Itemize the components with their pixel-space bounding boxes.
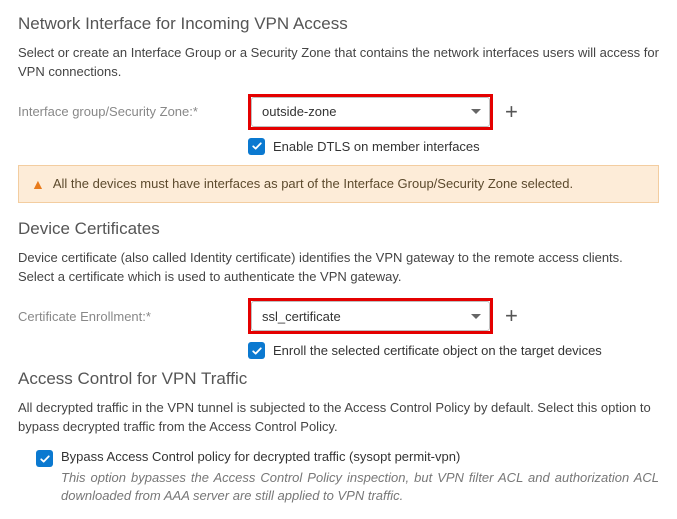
chevron-down-icon	[471, 109, 481, 114]
check-icon	[251, 140, 263, 152]
cert-enrollment-highlight: ssl_certificate	[248, 298, 493, 334]
network-interface-desc: Select or create an Interface Group or a…	[18, 44, 659, 82]
interface-group-select[interactable]: outside-zone	[251, 97, 490, 127]
interface-alert: ▲ All the devices must have interfaces a…	[18, 165, 659, 203]
warning-icon: ▲	[31, 176, 45, 192]
cert-enrollment-value: ssl_certificate	[262, 309, 341, 324]
dtls-checkbox-row: Enable DTLS on member interfaces	[248, 138, 659, 155]
check-icon	[251, 345, 263, 357]
enroll-checkbox[interactable]	[248, 342, 265, 359]
access-control-heading: Access Control for VPN Traffic	[18, 369, 659, 389]
device-certificates-heading: Device Certificates	[18, 219, 659, 239]
interface-group-row: Interface group/Security Zone:* outside-…	[18, 94, 659, 130]
cert-enrollment-row: Certificate Enrollment:* ssl_certificate…	[18, 298, 659, 334]
bypass-checkbox[interactable]	[36, 450, 53, 467]
enroll-checkbox-label: Enroll the selected certificate object o…	[273, 343, 602, 358]
interface-group-label: Interface group/Security Zone:*	[18, 104, 248, 119]
device-certificates-desc: Device certificate (also called Identity…	[18, 249, 659, 287]
network-interface-heading: Network Interface for Incoming VPN Acces…	[18, 14, 659, 34]
bypass-checkbox-row: Bypass Access Control policy for decrypt…	[36, 449, 659, 467]
check-icon	[39, 453, 51, 465]
bypass-checkbox-label: Bypass Access Control policy for decrypt…	[61, 449, 460, 464]
cert-enrollment-select[interactable]: ssl_certificate	[251, 301, 490, 331]
dtls-checkbox-label: Enable DTLS on member interfaces	[273, 139, 480, 154]
add-certificate-button[interactable]: +	[505, 305, 518, 327]
chevron-down-icon	[471, 314, 481, 319]
add-interface-group-button[interactable]: +	[505, 101, 518, 123]
enroll-checkbox-row: Enroll the selected certificate object o…	[248, 342, 659, 359]
access-control-desc: All decrypted traffic in the VPN tunnel …	[18, 399, 659, 437]
dtls-checkbox[interactable]	[248, 138, 265, 155]
cert-enrollment-label: Certificate Enrollment:*	[18, 309, 248, 324]
interface-group-value: outside-zone	[262, 104, 336, 119]
bypass-note: This option bypasses the Access Control …	[61, 469, 659, 505]
interface-alert-text: All the devices must have interfaces as …	[53, 176, 573, 191]
interface-group-highlight: outside-zone	[248, 94, 493, 130]
